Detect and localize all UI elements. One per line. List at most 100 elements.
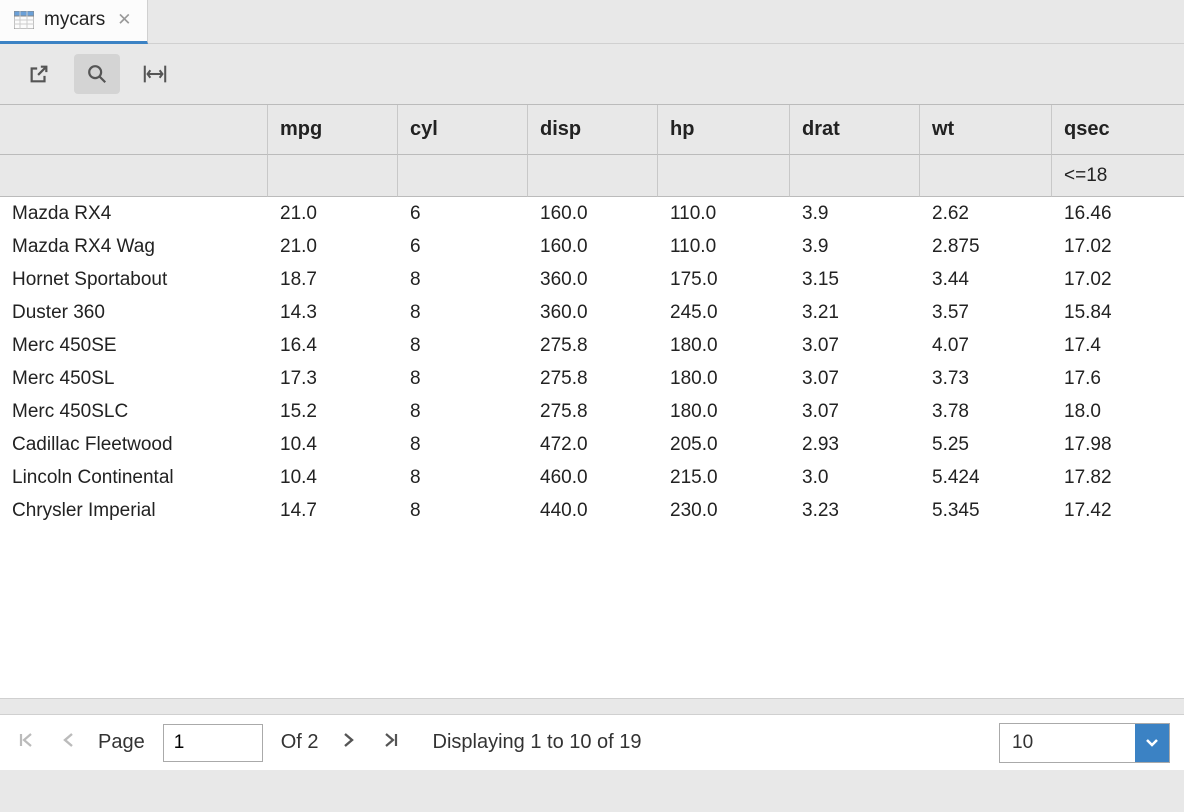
cell-disp: 360.0: [528, 296, 658, 329]
cell-mpg: 21.0: [268, 197, 398, 230]
cell-hp: 180.0: [658, 362, 790, 395]
cell-mpg: 14.3: [268, 296, 398, 329]
table-row[interactable]: Hornet Sportabout18.78360.0175.03.153.44…: [0, 263, 1184, 296]
header-disp[interactable]: disp: [528, 105, 658, 155]
cell-name: Cadillac Fleetwood: [0, 428, 268, 461]
cell-name: Merc 450SL: [0, 362, 268, 395]
search-button[interactable]: [74, 54, 120, 94]
cell-cyl: 6: [398, 230, 528, 263]
tab-mycars[interactable]: mycars ✕: [0, 0, 148, 44]
table-row[interactable]: Merc 450SE16.48275.8180.03.074.0717.4: [0, 329, 1184, 362]
cell-qsec: 17.4: [1052, 329, 1184, 362]
cell-mpg: 10.4: [268, 461, 398, 494]
cell-wt: 3.73: [920, 362, 1052, 395]
grid-body: Mazda RX421.06160.0110.03.92.6216.46Mazd…: [0, 197, 1184, 698]
cell-drat: 3.07: [790, 362, 920, 395]
cell-qsec: 15.84: [1052, 296, 1184, 329]
cell-wt: 5.345: [920, 494, 1052, 527]
table-row[interactable]: Cadillac Fleetwood10.48472.0205.02.935.2…: [0, 428, 1184, 461]
filter-disp[interactable]: [528, 155, 658, 197]
filter-row: <=18: [0, 155, 1184, 197]
filter-drat[interactable]: [790, 155, 920, 197]
cell-name: Mazda RX4 Wag: [0, 230, 268, 263]
filter-rownames[interactable]: [0, 155, 268, 197]
tab-label: mycars: [44, 9, 105, 31]
cell-cyl: 6: [398, 197, 528, 230]
popout-button[interactable]: [16, 54, 62, 94]
cell-wt: 3.57: [920, 296, 1052, 329]
cell-hp: 205.0: [658, 428, 790, 461]
filter-wt[interactable]: [920, 155, 1052, 197]
table-row[interactable]: Chrysler Imperial14.78440.0230.03.235.34…: [0, 494, 1184, 527]
table-row[interactable]: Merc 450SL17.38275.8180.03.073.7317.6: [0, 362, 1184, 395]
cell-hp: 175.0: [658, 263, 790, 296]
header-cyl[interactable]: cyl: [398, 105, 528, 155]
page-of-label: Of 2: [281, 731, 319, 754]
cell-name: Lincoln Continental: [0, 461, 268, 494]
first-page-button[interactable]: [14, 731, 38, 755]
cell-drat: 3.07: [790, 395, 920, 428]
next-page-button[interactable]: [337, 731, 361, 755]
cell-wt: 3.78: [920, 395, 1052, 428]
table-row[interactable]: Duster 36014.38360.0245.03.213.5715.84: [0, 296, 1184, 329]
last-page-button[interactable]: [379, 731, 403, 755]
cell-wt: 3.44: [920, 263, 1052, 296]
cell-wt: 4.07: [920, 329, 1052, 362]
page-input[interactable]: [163, 724, 263, 762]
tab-bar: mycars ✕: [0, 0, 1184, 44]
header-rownames[interactable]: [0, 105, 268, 155]
cell-disp: 275.8: [528, 329, 658, 362]
table-icon: [14, 11, 34, 29]
filter-mpg[interactable]: [268, 155, 398, 197]
header-hp[interactable]: hp: [658, 105, 790, 155]
filter-cyl[interactable]: [398, 155, 528, 197]
cell-drat: 3.9: [790, 230, 920, 263]
page-size-select[interactable]: 10: [999, 723, 1170, 763]
cell-qsec: 17.98: [1052, 428, 1184, 461]
cell-name: Merc 450SLC: [0, 395, 268, 428]
filter-hp[interactable]: [658, 155, 790, 197]
cell-qsec: 18.0: [1052, 395, 1184, 428]
page-size-value: 10: [1000, 732, 1135, 754]
table-row[interactable]: Merc 450SLC15.28275.8180.03.073.7818.0: [0, 395, 1184, 428]
cell-qsec: 16.46: [1052, 197, 1184, 230]
table-row[interactable]: Mazda RX421.06160.0110.03.92.6216.46: [0, 197, 1184, 230]
cell-mpg: 15.2: [268, 395, 398, 428]
header-wt[interactable]: wt: [920, 105, 1052, 155]
cell-disp: 472.0: [528, 428, 658, 461]
cell-qsec: 17.6: [1052, 362, 1184, 395]
cell-qsec: 17.02: [1052, 230, 1184, 263]
cell-name: Chrysler Imperial: [0, 494, 268, 527]
cell-hp: 215.0: [658, 461, 790, 494]
cell-qsec: 17.82: [1052, 461, 1184, 494]
cell-drat: 3.0: [790, 461, 920, 494]
cell-cyl: 8: [398, 329, 528, 362]
table-row[interactable]: Mazda RX4 Wag21.06160.0110.03.92.87517.0…: [0, 230, 1184, 263]
cell-wt: 5.424: [920, 461, 1052, 494]
cell-drat: 3.07: [790, 329, 920, 362]
cell-disp: 360.0: [528, 263, 658, 296]
cell-cyl: 8: [398, 428, 528, 461]
cell-drat: 3.21: [790, 296, 920, 329]
toolbar: [0, 44, 1184, 104]
column-width-button[interactable]: [132, 54, 178, 94]
table-row[interactable]: Lincoln Continental10.48460.0215.03.05.4…: [0, 461, 1184, 494]
cell-cyl: 8: [398, 296, 528, 329]
cell-cyl: 8: [398, 395, 528, 428]
close-icon[interactable]: ✕: [115, 10, 133, 30]
header-drat[interactable]: drat: [790, 105, 920, 155]
pager: Page Of 2 Displaying 1 to 10 of 19 10: [0, 714, 1184, 770]
data-grid: mpg cyl disp hp drat wt qsec <=18 Mazda …: [0, 104, 1184, 698]
cell-disp: 160.0: [528, 197, 658, 230]
cell-cyl: 8: [398, 461, 528, 494]
header-qsec[interactable]: qsec: [1052, 105, 1184, 155]
cell-disp: 275.8: [528, 362, 658, 395]
prev-page-button[interactable]: [56, 731, 80, 755]
cell-disp: 440.0: [528, 494, 658, 527]
header-mpg[interactable]: mpg: [268, 105, 398, 155]
cell-name: Hornet Sportabout: [0, 263, 268, 296]
header-row: mpg cyl disp hp drat wt qsec: [0, 105, 1184, 155]
filter-qsec[interactable]: <=18: [1052, 155, 1184, 197]
page-label: Page: [98, 731, 145, 754]
cell-mpg: 18.7: [268, 263, 398, 296]
